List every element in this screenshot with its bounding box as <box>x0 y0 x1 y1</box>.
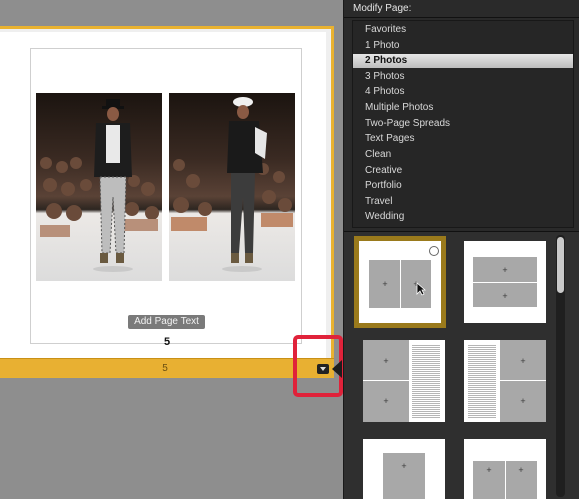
selection-circle-icon[interactable] <box>429 246 439 256</box>
add-photo-icon: + <box>383 356 389 366</box>
add-photo-icon: + <box>520 356 526 366</box>
page-frame[interactable]: Add Page Text 5 <box>0 26 334 378</box>
category-favorites[interactable]: Favorites <box>353 23 573 37</box>
layout-thumb-two-bottom[interactable]: + + <box>464 439 546 499</box>
divider <box>344 17 579 18</box>
add-photo-icon: + <box>502 291 508 301</box>
layout-divider <box>505 461 506 499</box>
add-photo-icon: + <box>486 465 492 475</box>
category-wedding[interactable]: Wedding <box>353 210 573 224</box>
cursor-icon <box>416 282 426 296</box>
layout-divider <box>400 260 401 308</box>
layout-photo-slot <box>383 453 425 499</box>
photo-left[interactable] <box>36 93 162 281</box>
panel-title: Modify Page: <box>353 3 412 14</box>
add-photo-icon: + <box>383 396 389 406</box>
category-4-photos[interactable]: 4 Photos <box>353 85 573 99</box>
category-creative[interactable]: Creative <box>353 164 573 178</box>
layout-thumb-photos-left-text[interactable]: + + <box>363 340 445 422</box>
layout-divider <box>500 380 546 381</box>
category-portfolio[interactable]: Portfolio <box>353 179 573 193</box>
layout-thumb-side-by-side[interactable]: + + <box>354 236 446 328</box>
pointer-arrow-icon <box>332 360 342 378</box>
category-1-photo[interactable]: 1 Photo <box>353 39 573 53</box>
layout-thumb-photos-right-text[interactable]: + + <box>464 340 546 422</box>
layout-text-block <box>468 344 496 418</box>
scrollbar-thumb[interactable] <box>557 237 564 293</box>
layout-category-list[interactable]: Favorites 1 Photo 2 Photos 3 Photos 4 Ph… <box>352 20 574 228</box>
runway-photo-1 <box>40 99 159 272</box>
category-2-photos[interactable]: 2 Photos <box>353 54 573 68</box>
scrollbar[interactable] <box>556 235 565 497</box>
layout-photo-slot <box>363 340 409 422</box>
photo-right[interactable] <box>169 93 295 281</box>
category-3-photos[interactable]: 3 Photos <box>353 70 573 84</box>
runway-photo-2 <box>171 97 293 272</box>
category-text-pages[interactable]: Text Pages <box>353 132 573 146</box>
page-strip[interactable]: 5 <box>0 358 334 377</box>
category-travel[interactable]: Travel <box>353 195 573 209</box>
category-multiple-photos[interactable]: Multiple Photos <box>353 101 573 115</box>
category-clean[interactable]: Clean <box>353 148 573 162</box>
layout-photo-slot <box>500 340 546 422</box>
page-content[interactable]: Add Page Text 5 <box>30 48 302 348</box>
layout-thumbnails[interactable]: + + + + + + + + + + + <box>344 231 579 499</box>
page-sheet: Add Page Text 5 <box>0 32 326 358</box>
add-photo-icon: + <box>401 461 407 471</box>
layout-thumb-stacked[interactable]: + + <box>464 241 546 323</box>
category-two-page-spreads[interactable]: Two-Page Spreads <box>353 117 573 131</box>
modify-page-panel: Modify Page: Favorites 1 Photo 2 Photos … <box>343 0 579 499</box>
layout-thumb-single-top[interactable]: + <box>363 439 445 499</box>
add-photo-icon: + <box>518 465 524 475</box>
add-photo-icon: + <box>502 265 508 275</box>
layout-text-block <box>412 344 440 418</box>
book-canvas: Add Page Text 5 5 <box>0 0 343 499</box>
layout-divider <box>473 282 537 283</box>
add-page-text-button[interactable]: Add Page Text <box>128 315 205 329</box>
page-number: 5 <box>163 336 171 348</box>
layout-divider <box>363 380 409 381</box>
page-strip-number: 5 <box>162 363 168 374</box>
add-photo-icon: + <box>382 279 388 289</box>
add-photo-icon: + <box>520 396 526 406</box>
